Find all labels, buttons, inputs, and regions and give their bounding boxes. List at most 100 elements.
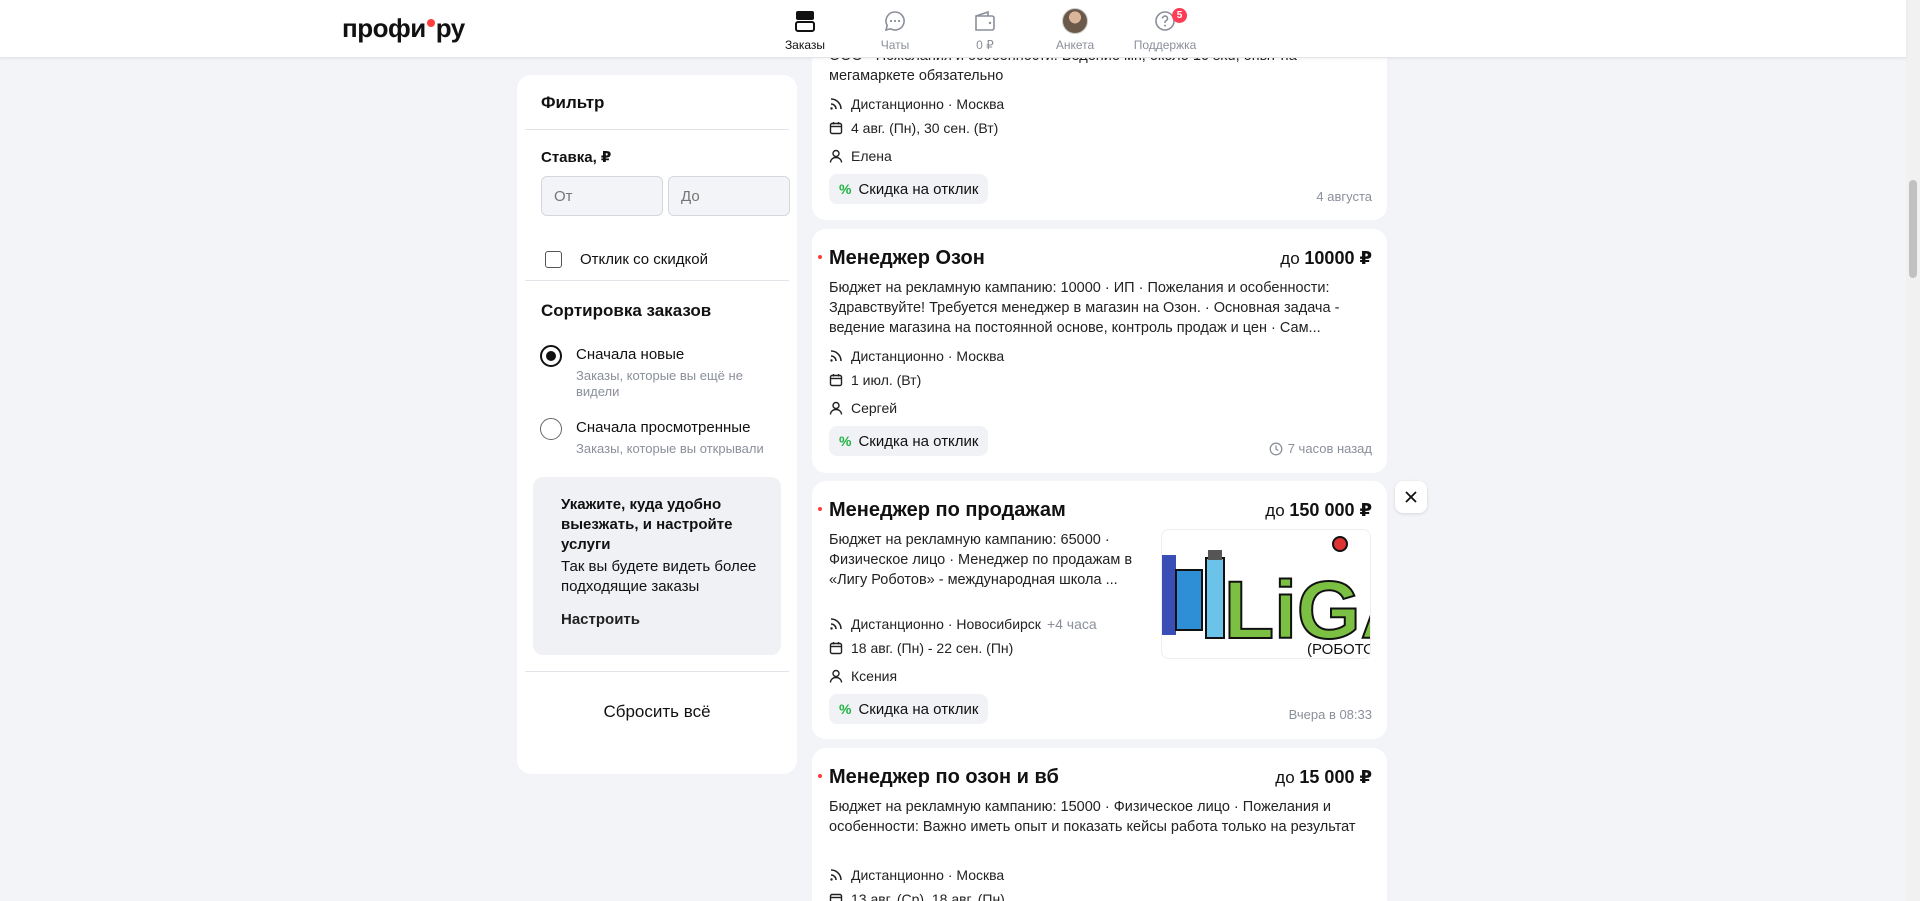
order-description: Бюджет на рекламную кампанию: 10000 · ИП… (829, 280, 1340, 336)
order-posted-date: Вчера в 08:33 (1288, 707, 1372, 722)
page-scrollbar[interactable] (1906, 0, 1920, 901)
image-subtext: (РОБОТО (1307, 641, 1371, 658)
order-client-name: Елена (851, 148, 892, 164)
robot-league-image: LiGA (РОБОТО (1162, 536, 1371, 658)
order-dates: 1 июл. (Вт) (829, 368, 1372, 392)
percent-icon: % (839, 433, 852, 449)
order-card[interactable]: Менеджер по продажам до 150 000 ₽ Бюджет… (812, 481, 1387, 739)
rate-from-input[interactable] (541, 176, 663, 216)
order-client: Сергей (829, 396, 1372, 420)
person-icon (829, 669, 843, 683)
order-title[interactable]: Менеджер по продажам (829, 499, 1066, 522)
calendar-icon (829, 893, 843, 901)
sort-option-label: Сначала просмотренные (576, 419, 751, 436)
promo-setup-link[interactable]: Настроить (561, 611, 761, 628)
order-posted-date: 4 августа (1316, 189, 1372, 204)
hide-order-button[interactable] (1395, 481, 1427, 513)
chat-icon (882, 8, 908, 34)
nav-support[interactable]: 5 Поддержка (1120, 0, 1210, 58)
order-dates-text: 13 авг. (Ср), 18 авг. (Пн) (851, 891, 1005, 901)
order-card[interactable]: Менеджер по озон и вб до 15 000 ₽ Бюджет… (812, 748, 1387, 901)
sort-option-viewed[interactable]: Сначала просмотренные Заказы, которые вы… (525, 418, 789, 457)
remote-icon (830, 98, 842, 110)
discount-chip-label: Скидка на отклик (858, 700, 979, 718)
orders-icon (792, 8, 818, 34)
sort-option-label: Сначала новые (576, 346, 685, 363)
top-header: профи ру Заказы Чаты 0 ₽ Анкета 5 Поддер… (0, 0, 1906, 58)
filter-panel: Фильтр Ставка, ₽ Отклик со скидкой Сорти… (517, 75, 797, 774)
order-client: Елена (829, 144, 1372, 168)
logo-text-left: профи (342, 13, 426, 43)
nav-wallet-label: 0 ₽ (976, 38, 994, 52)
order-description: Бюджет на рекламную кампанию: 15000 · Фи… (829, 799, 1356, 835)
sort-option-new[interactable]: Сначала новые Заказы, которые вы ещё не … (525, 345, 789, 400)
avatar (1062, 8, 1088, 34)
remote-icon (830, 618, 842, 630)
calendar-icon (829, 642, 843, 655)
order-timezone: +4 часа (1046, 616, 1097, 632)
order-price: до 10000 ₽ (1280, 248, 1372, 268)
nav-profile[interactable]: Анкета (1030, 0, 1120, 58)
main-nav: Заказы Чаты 0 ₽ Анкета 5 Поддержка (760, 0, 1210, 58)
unread-dot (818, 774, 822, 778)
order-title[interactable]: Менеджер Озон (829, 247, 985, 270)
remote-icon (830, 350, 842, 362)
nav-chats-label: Чаты (880, 38, 910, 52)
rate-to-input[interactable] (668, 176, 790, 216)
remote-icon (830, 869, 842, 881)
rate-label: Ставка, ₽ (541, 149, 612, 166)
reset-all-button[interactable]: Сбросить всё (525, 672, 789, 722)
radio-unselected[interactable] (540, 418, 562, 440)
rate-inputs (525, 176, 790, 216)
order-location-text: Дистанционно · Москва (851, 96, 1005, 112)
sort-option-sub: Заказы, которые вы ещё не видели (576, 368, 743, 399)
discount-chip: % Скидка на отклик (829, 174, 989, 204)
logo[interactable]: профи ру (342, 13, 465, 44)
nav-wallet[interactable]: 0 ₽ (940, 0, 1030, 58)
nav-profile-label: Анкета (1055, 38, 1095, 52)
discount-chip-label: Скидка на отклик (858, 432, 979, 450)
unread-dot (818, 255, 822, 259)
order-image[interactable]: LiGA (РОБОТО (1161, 529, 1371, 659)
discount-chip: % Скидка на отклик (829, 426, 989, 456)
radio-selected[interactable] (540, 345, 562, 367)
nav-orders[interactable]: Заказы (760, 0, 850, 58)
order-location: Дистанционно · Москва (829, 344, 1372, 368)
order-description: Бюджет на рекламную кампанию: 65000 · Фи… (829, 532, 1133, 588)
discount-chip: % Скидка на отклик (829, 694, 989, 724)
nav-support-label: Поддержка (1133, 38, 1197, 52)
percent-icon: % (839, 701, 852, 717)
discount-checkbox-row[interactable]: Отклик со скидкой (525, 216, 789, 280)
calendar-icon (829, 374, 843, 387)
order-card[interactable]: ООО · Пожелания и особенности: Ведение м… (812, 30, 1387, 220)
settings-promo: Укажите, куда удобно выезжать, и настрой… (533, 477, 781, 655)
order-client: Ксения (829, 664, 1372, 688)
person-icon (829, 149, 843, 163)
scrollbar-thumb[interactable] (1909, 180, 1917, 278)
order-dates-text: 18 авг. (Пн) - 22 сен. (Пн) (851, 640, 1014, 656)
filter-title: Фильтр (541, 93, 605, 112)
discount-checkbox-label: Отклик со скидкой (580, 250, 708, 268)
order-location: Дистанционно · Москва (829, 863, 1372, 887)
sort-option-sub: Заказы, которые вы открывали (576, 441, 764, 456)
nav-orders-label: Заказы (784, 38, 826, 52)
discount-checkbox[interactable] (545, 250, 562, 268)
calendar-icon (829, 122, 843, 135)
unread-dot (818, 507, 822, 511)
promo-text: Так вы будете видеть более подходящие за… (561, 558, 757, 595)
order-card[interactable]: Менеджер Озон до 10000 ₽ Бюджет на рекла… (812, 229, 1387, 473)
order-title[interactable]: Менеджер по озон и вб (829, 766, 1059, 789)
order-dates-text: 1 июл. (Вт) (851, 372, 922, 388)
support-badge: 5 (1172, 8, 1187, 23)
order-price: до 150 000 ₽ (1265, 500, 1372, 520)
discount-chip-label: Скидка на отклик (858, 180, 979, 198)
nav-chats[interactable]: Чаты (850, 0, 940, 58)
order-dates: 4 авг. (Пн), 30 сен. (Вт) (829, 116, 1372, 140)
wallet-icon (972, 8, 998, 34)
order-location-text: Дистанционно · Москва (851, 867, 1005, 883)
logo-text-right: ру (435, 13, 466, 43)
order-dates-text: 4 авг. (Пн), 30 сен. (Вт) (851, 120, 999, 136)
sort-title: Сортировка заказов (541, 301, 712, 320)
percent-icon: % (839, 181, 852, 197)
order-location-text: Дистанционно · Новосибирск (851, 616, 1041, 632)
